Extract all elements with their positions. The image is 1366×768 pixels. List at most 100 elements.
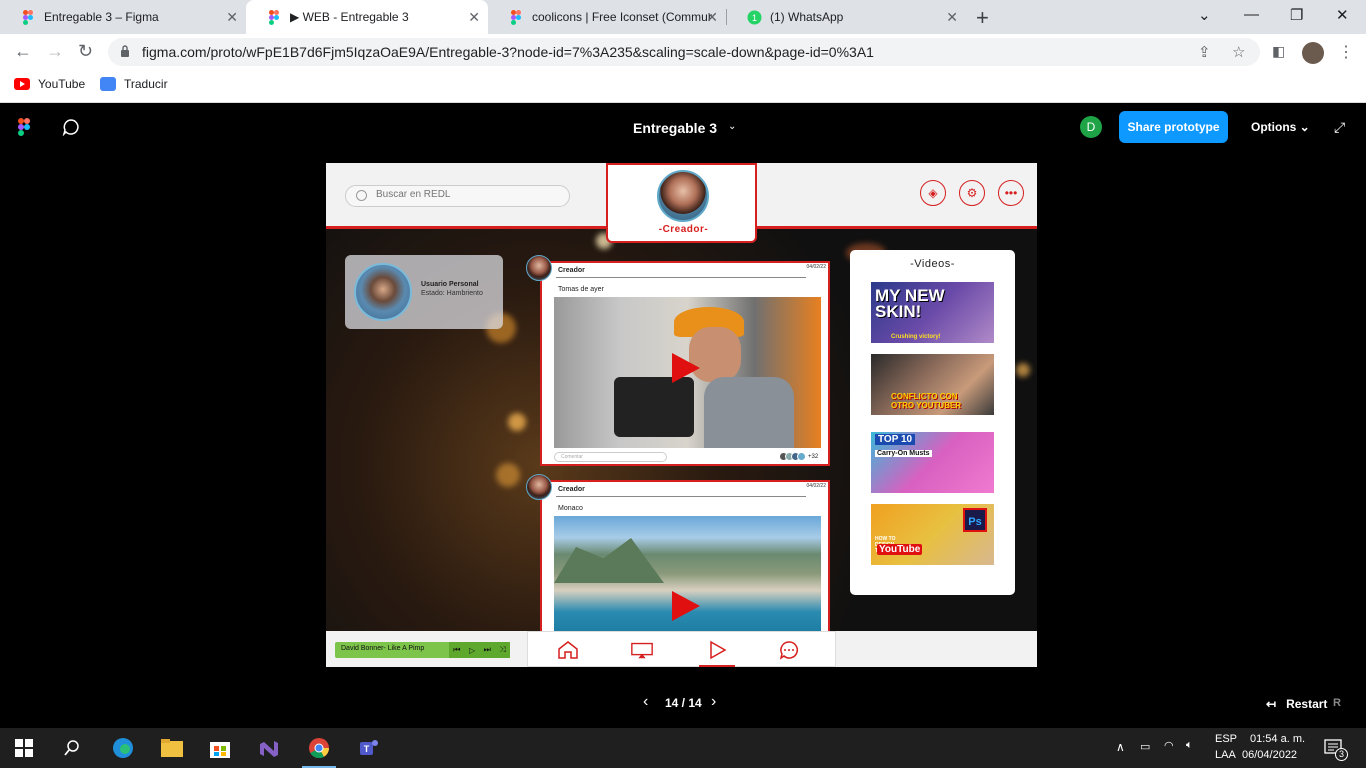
visual-studio-icon[interactable] xyxy=(257,736,281,760)
shuffle-icon[interactable]: ⤨ xyxy=(499,645,505,655)
tab-label: coolicons | Free Iconset (Commun xyxy=(532,10,712,24)
browser-toolbar: ← → ↻ figma.com/proto/wFpE1B7d6Fjm5IqzaO… xyxy=(0,34,1366,70)
chrome-icon[interactable] xyxy=(307,736,331,760)
post-date: 04/02/22 xyxy=(806,483,826,489)
tray-expand-icon[interactable]: ∧ xyxy=(1116,740,1125,754)
forward-button[interactable]: → xyxy=(46,41,64,62)
clock-date[interactable]: 06/04/2022 xyxy=(1242,749,1297,761)
new-tab-button[interactable]: + xyxy=(976,5,989,31)
windows-start-icon[interactable] xyxy=(12,736,36,760)
battery-icon[interactable]: ▭ xyxy=(1140,740,1150,753)
video-thumb[interactable]: MY NEW SKIN! Crushing victory! xyxy=(871,282,994,343)
previous-frame-button[interactable]: ‹ xyxy=(643,693,648,711)
divider xyxy=(556,496,806,497)
file-explorer-icon[interactable] xyxy=(160,736,184,760)
tab-web-entregable[interactable]: ▶ WEB - Entregable 3 ✕ xyxy=(246,0,488,34)
gear-icon[interactable]: ⚙ xyxy=(959,180,985,206)
chevron-down-icon[interactable]: ⌄ xyxy=(728,121,736,132)
volume-icon[interactable]: 🔈︎ xyxy=(1186,739,1193,752)
user-card[interactable]: Usuario Personal Estado: Hambriento xyxy=(345,255,503,329)
reload-button[interactable]: ↻ xyxy=(78,41,93,62)
address-bar[interactable]: figma.com/proto/wFpE1B7d6Fjm5IqzaOaE9A/E… xyxy=(108,38,1260,66)
youtube-icon xyxy=(14,78,30,90)
restore-button[interactable]: ❐ xyxy=(1290,6,1303,24)
wifi-icon[interactable]: ◠ xyxy=(1164,739,1174,752)
sidepanel-icon[interactable]: ◧ xyxy=(1272,43,1285,60)
play-icon[interactable] xyxy=(672,591,700,621)
file-title[interactable]: Entregable 3 xyxy=(633,120,717,136)
creator-profile[interactable]: -Creador- xyxy=(606,163,757,243)
close-icon[interactable]: ✕ xyxy=(468,9,480,26)
close-icon[interactable]: ✕ xyxy=(226,9,238,26)
tab-coolicons[interactable]: coolicons | Free Iconset (Commun ✕ xyxy=(488,0,726,34)
options-menu[interactable]: Options ⌄ xyxy=(1251,120,1310,134)
thumb-subtitle: Crushing victory! xyxy=(891,334,941,340)
close-icon[interactable]: ✕ xyxy=(706,9,718,26)
more-icon[interactable]: ••• xyxy=(998,180,1024,206)
video-thumb[interactable]: CONFLICTO CON OTRO YOUTUBER xyxy=(871,354,994,415)
whatsapp-icon: 1 xyxy=(746,9,762,25)
search-input[interactable] xyxy=(376,189,556,200)
clock-time[interactable]: 01:54 a. m. xyxy=(1250,733,1305,745)
bookmark-youtube[interactable]: YouTube xyxy=(14,77,85,91)
tab-separator xyxy=(726,9,727,25)
thumb-title: YouTube xyxy=(877,544,923,555)
share-prototype-button[interactable]: Share prototype xyxy=(1119,111,1228,143)
language-layout[interactable]: LAA xyxy=(1215,749,1236,761)
video-thumb[interactable]: TOP 10 Carry-On Musts xyxy=(871,432,994,493)
teams-icon[interactable]: T xyxy=(357,736,381,760)
tab-figma[interactable]: Entregable 3 – Figma ✕ xyxy=(0,0,246,34)
chevron-down-icon[interactable]: ⌄ xyxy=(1198,6,1211,24)
comment-icon[interactable] xyxy=(62,118,80,136)
video-thumb[interactable]: HOW TO DESIGN THUMBNAILS YouTube Ps xyxy=(871,504,994,565)
fullscreen-icon[interactable]: ⤢ xyxy=(1334,119,1345,136)
home-icon[interactable] xyxy=(556,640,580,660)
figma-header: Entregable 3 ⌄ D Share prototype Options… xyxy=(0,103,1366,151)
star-icon[interactable]: ☆ xyxy=(1232,43,1245,61)
search-icon[interactable] xyxy=(60,736,84,760)
user-status: Estado: Hambriento xyxy=(421,290,483,297)
share-icon[interactable]: ⇪ xyxy=(1198,43,1211,61)
thumb-title: CONFLICTO CON OTRO YOUTUBER xyxy=(891,392,962,410)
window-close-button[interactable]: ✕ xyxy=(1336,6,1349,24)
bookmark-traducir[interactable]: Traducir xyxy=(100,77,168,91)
prototype-frame: ◈ ⚙ ••• -Creador- Usuario Personal Estad… xyxy=(326,163,1037,667)
layers-icon[interactable]: ◈ xyxy=(920,180,946,206)
post-video[interactable] xyxy=(554,516,821,636)
menu-icon[interactable]: ⋮ xyxy=(1338,42,1354,62)
videos-panel: -Videos- MY NEW SKIN! Crushing victory! … xyxy=(850,250,1015,595)
store-icon[interactable] xyxy=(208,736,232,760)
lock-icon xyxy=(121,45,129,57)
previous-icon[interactable]: ⏮ xyxy=(453,645,460,655)
thumb-subtitle: Carry-On Musts xyxy=(875,450,932,457)
user-name: Usuario Personal xyxy=(421,281,479,288)
cast-icon[interactable] xyxy=(630,640,654,660)
bookmarks-bar: YouTube Traducir xyxy=(0,70,1366,103)
user-avatar[interactable]: D xyxy=(1080,116,1102,138)
tab-label: (1) WhatsApp xyxy=(770,10,844,24)
post-video[interactable] xyxy=(554,297,821,448)
edge-icon[interactable] xyxy=(111,736,135,760)
play-icon[interactable]: ▷ xyxy=(469,646,475,655)
music-player[interactable]: David Bonner- Like A Pimp ⏮ ▷ ⏭ ⤨ xyxy=(335,642,510,658)
reactions[interactable]: +32 xyxy=(779,452,818,461)
avatar[interactable] xyxy=(1302,42,1324,64)
next-icon[interactable]: ⏭ xyxy=(484,645,491,655)
close-icon[interactable]: ✕ xyxy=(946,9,958,26)
restart-button[interactable]: ↤ Restart xyxy=(1266,697,1327,711)
comment-input[interactable]: Comentar xyxy=(554,452,667,462)
play-icon[interactable] xyxy=(672,353,700,383)
minimize-button[interactable]: — xyxy=(1244,6,1259,23)
language-code[interactable]: ESP xyxy=(1215,733,1237,745)
tab-whatsapp[interactable]: 1 (1) WhatsApp ✕ xyxy=(726,0,966,34)
next-frame-button[interactable]: › xyxy=(711,693,716,711)
video-play-icon[interactable] xyxy=(705,640,729,660)
restart-label: Restart xyxy=(1286,697,1328,711)
chat-icon[interactable] xyxy=(777,640,801,660)
creator-label: -Creador- xyxy=(658,224,709,235)
back-button[interactable]: ← xyxy=(14,41,32,62)
figma-logo-icon[interactable] xyxy=(18,118,30,136)
search-box[interactable] xyxy=(345,185,570,207)
mountain-shape xyxy=(554,538,664,583)
bookmark-label: YouTube xyxy=(38,77,86,91)
